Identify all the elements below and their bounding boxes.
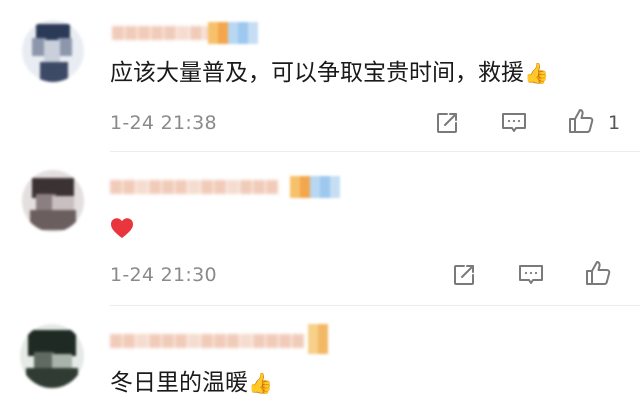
comment-item: 应该大量普及，可以争取宝贵时间，救援👍 1-24 21:38 1 [0, 0, 640, 152]
comment-timestamp: 1-24 21:38 [110, 112, 217, 134]
user-badge [308, 324, 328, 354]
comment-item: 1-24 21:30 [0, 152, 640, 306]
avatar[interactable] [20, 324, 84, 388]
comment-icon[interactable] [516, 260, 546, 290]
avatar[interactable] [22, 170, 84, 232]
thumbs-up-emoji-icon: 👍 [248, 371, 273, 395]
thumbs-up-emoji-icon: 👍 [524, 61, 549, 85]
username[interactable] [110, 330, 305, 352]
username[interactable] [110, 176, 279, 198]
user-badge [290, 176, 340, 198]
comment-text: 冬日里的温暖👍 [110, 370, 273, 396]
comment-icon[interactable] [499, 108, 529, 138]
thumbs-up-icon[interactable] [583, 258, 613, 288]
avatar[interactable] [22, 20, 84, 82]
thumbs-up-icon[interactable] [566, 106, 596, 136]
comment-item: 冬日里的温暖👍 [0, 306, 640, 411]
comment-timestamp: 1-24 21:30 [110, 264, 217, 286]
share-icon[interactable] [449, 260, 479, 290]
like-count: 1 [608, 112, 621, 134]
username[interactable] [112, 22, 216, 44]
share-icon[interactable] [432, 108, 462, 138]
comment-text [110, 212, 134, 242]
user-badge [208, 22, 258, 44]
comment-text: 应该大量普及，可以争取宝贵时间，救援👍 [110, 60, 549, 86]
heart-emoji-icon [110, 217, 134, 239]
